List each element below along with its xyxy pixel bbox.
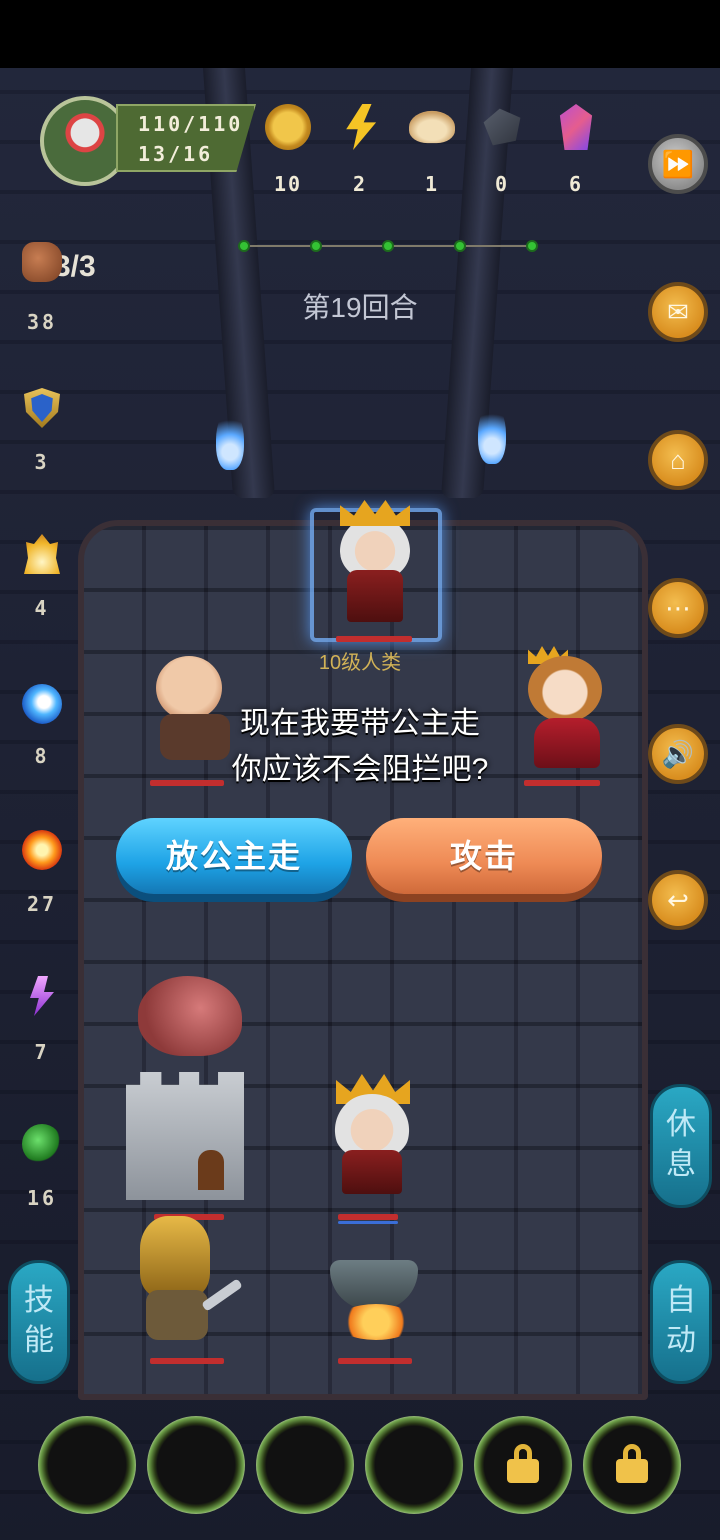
ally-hp-bar xyxy=(338,1214,398,1220)
progress-dot xyxy=(310,240,322,252)
skill-slot-6-locked[interactable] xyxy=(583,1416,681,1514)
target-level-label: 10级人类 xyxy=(318,652,402,674)
blue-flame-torch-left xyxy=(216,410,244,470)
king-robe xyxy=(347,570,403,622)
fist-icon xyxy=(22,242,62,282)
blue-flame-torch-right xyxy=(478,404,506,464)
lock-icon xyxy=(507,1444,539,1483)
stat-holy: 4 xyxy=(14,534,70,620)
tower-door xyxy=(198,1150,224,1190)
rest-label-1: 休 xyxy=(666,1108,696,1141)
home-icon: ⌂ xyxy=(670,444,686,475)
stat-value: 38 xyxy=(26,310,58,334)
resource-count: 0 xyxy=(494,172,510,196)
chat-icon: ⋯ xyxy=(665,592,691,623)
resource-dumpling: 1 xyxy=(402,104,462,196)
dumpling-icon xyxy=(409,110,455,144)
crystal-icon xyxy=(559,104,593,150)
return-arrow-icon: ↩ xyxy=(667,884,689,915)
gold-coin-icon xyxy=(265,104,311,150)
stat-value: 3 xyxy=(34,450,50,474)
stat-lightning: 7 xyxy=(14,976,70,1064)
player-stat-plate: 110/110 13/16 xyxy=(116,104,256,172)
resource-count: 2 xyxy=(352,172,368,196)
status-bar-area xyxy=(0,0,720,68)
crossbow-tower[interactable] xyxy=(126,1072,244,1200)
purple-lightning-icon xyxy=(30,976,54,1016)
skill-label-2: 能 xyxy=(24,1324,54,1357)
skill-slot-5-locked[interactable] xyxy=(474,1416,572,1514)
stat-value: 27 xyxy=(26,892,58,916)
round-label: 第19回合 xyxy=(302,292,418,323)
resource-lightning: 2 xyxy=(330,104,390,196)
skill-button[interactable]: 技 能 xyxy=(8,1260,70,1384)
attack-button[interactable]: 攻击 xyxy=(366,818,602,894)
fireball-icon xyxy=(22,830,62,870)
hero-hp-bar xyxy=(150,1358,224,1364)
pot-hp-bar xyxy=(338,1358,412,1364)
release-princess-button[interactable]: 放公主走 xyxy=(116,818,352,894)
progress-dot xyxy=(454,240,466,252)
fast-forward-button[interactable]: ⏩ xyxy=(648,134,708,194)
progress-dot xyxy=(526,240,538,252)
skill-slot-1[interactable] xyxy=(38,1416,136,1514)
stat-value: 4 xyxy=(34,596,50,620)
skill-label-1: 技 xyxy=(24,1284,54,1317)
rest-button[interactable]: 休 息 xyxy=(650,1084,712,1208)
skill-slot-4[interactable] xyxy=(365,1416,463,1514)
mail-icon: ✉ xyxy=(667,296,689,327)
player-hp-text: 110/110 xyxy=(138,112,244,136)
dialog-line-1: 现在我要带公主走 xyxy=(240,707,480,740)
auto-button[interactable]: 自 动 xyxy=(650,1260,712,1384)
enemy-hp-bar xyxy=(336,636,412,642)
progress-dot xyxy=(238,240,250,252)
rest-label-2: 息 xyxy=(666,1148,696,1181)
skill-slot-3[interactable] xyxy=(256,1416,354,1514)
dialog-line-2: 你应该不会阻拦吧? xyxy=(231,753,489,786)
back-button[interactable]: ↩ xyxy=(648,870,708,930)
auto-label-1: 自 xyxy=(666,1284,696,1317)
resource-ore: 0 xyxy=(472,104,532,196)
lightning-icon xyxy=(346,104,377,150)
ally-mp-bar xyxy=(338,1221,398,1224)
king-robe xyxy=(342,1150,402,1194)
golden-flame-icon xyxy=(24,534,60,574)
home-button[interactable]: ⌂ xyxy=(648,430,708,490)
progress-dot xyxy=(382,240,394,252)
stat-poison: 16 xyxy=(14,1124,70,1210)
resource-crystal: 6 xyxy=(546,104,606,196)
stat-attack: 38 xyxy=(14,242,70,334)
iron-ore-icon xyxy=(483,108,521,146)
stat-fire: 27 xyxy=(14,830,70,916)
knight-armor xyxy=(146,1290,208,1340)
stat-value: 7 xyxy=(34,1040,50,1064)
stat-defense: 3 xyxy=(14,388,70,474)
fast-forward-icon: ⏩ xyxy=(661,148,695,179)
stat-value: 16 xyxy=(26,1186,58,1210)
mail-button[interactable]: ✉ xyxy=(648,282,708,342)
chat-button[interactable]: ⋯ xyxy=(648,578,708,638)
knight-helmet xyxy=(140,1216,210,1298)
resource-count: 10 xyxy=(273,172,303,196)
lock-icon xyxy=(616,1444,648,1483)
skill-slot-2[interactable] xyxy=(147,1416,245,1514)
campfire-icon xyxy=(336,1304,416,1340)
resource-count: 6 xyxy=(568,172,584,196)
resource-count: 1 xyxy=(424,172,440,196)
round-progress xyxy=(238,240,538,252)
player-mp-text: 13/16 xyxy=(138,142,214,166)
boar-body xyxy=(138,976,242,1056)
resource-gold: 10 xyxy=(258,104,318,196)
auto-label-2: 动 xyxy=(666,1324,696,1357)
green-slime-icon xyxy=(22,1124,62,1164)
